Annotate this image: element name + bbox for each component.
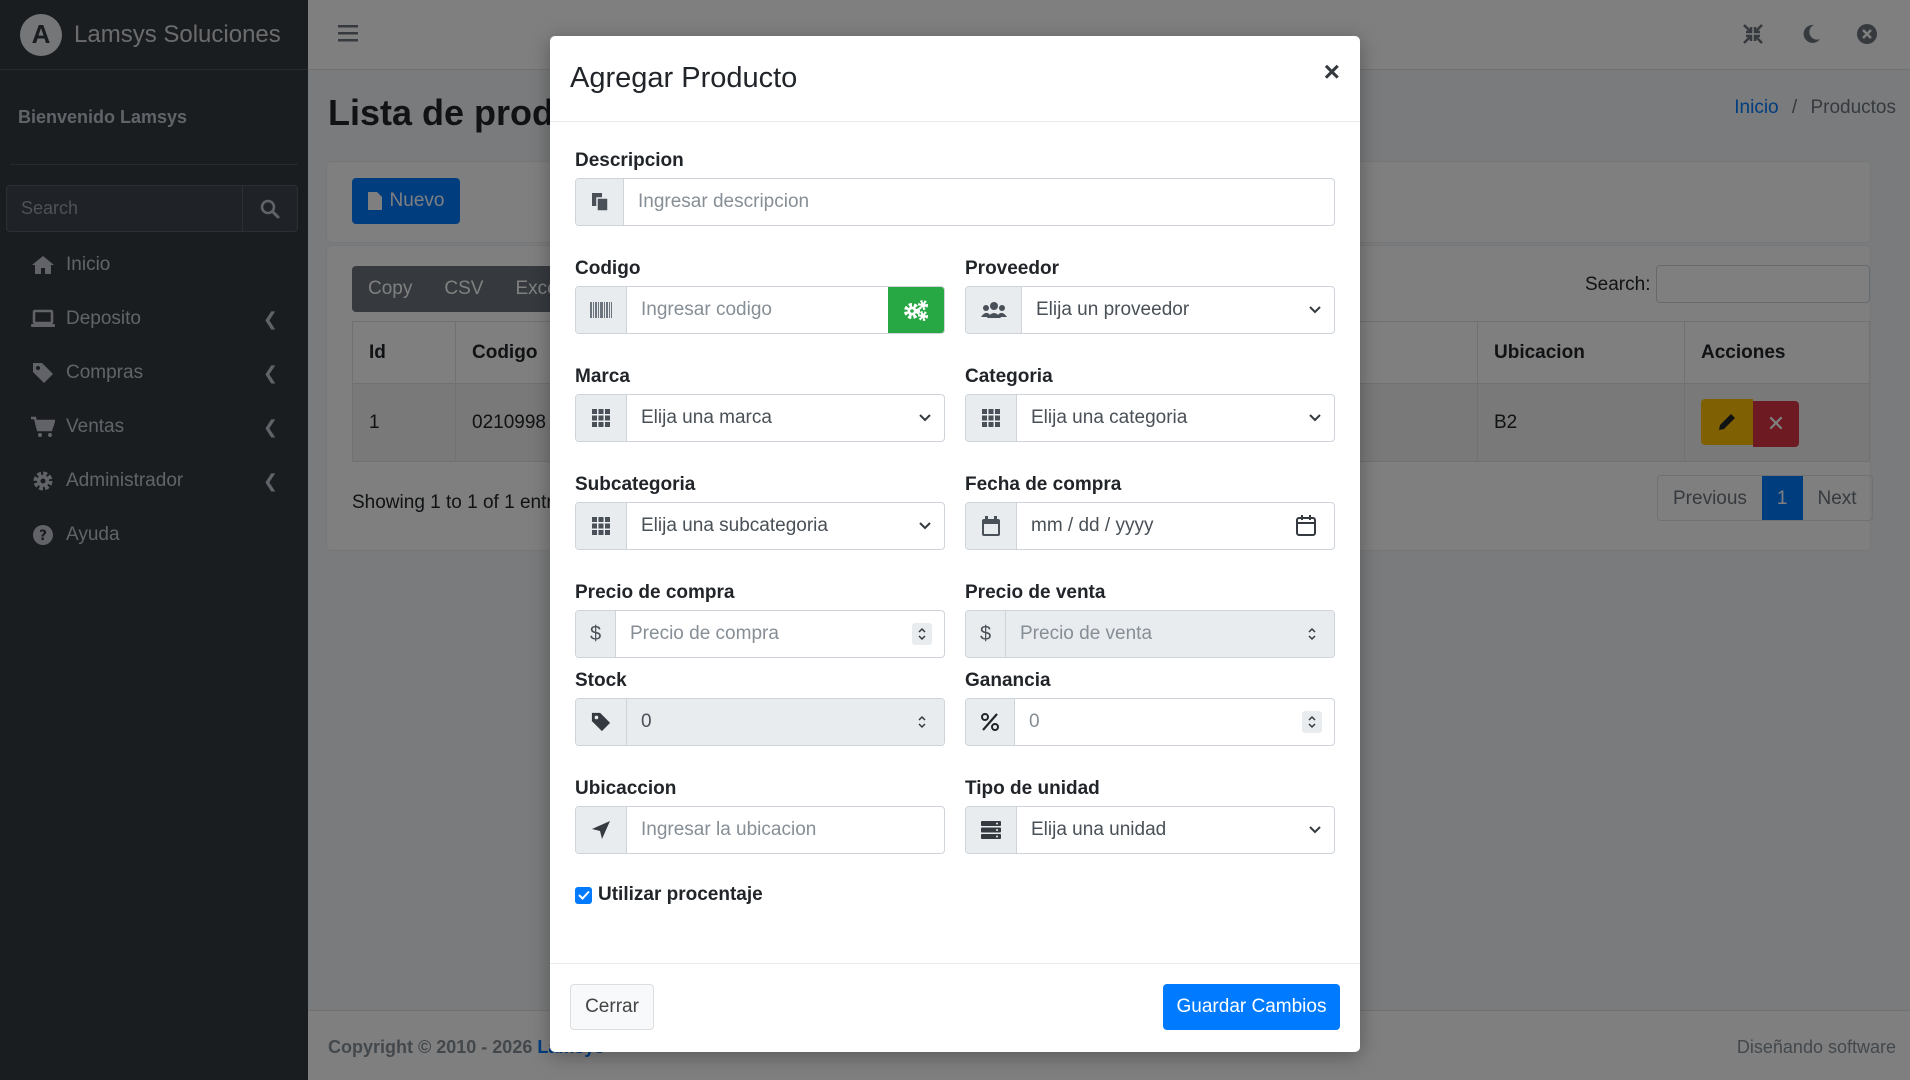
fecha-compra-value: mm / dd / yyyy bbox=[1031, 515, 1154, 536]
spinner-icon bbox=[912, 711, 932, 733]
grid-icon bbox=[576, 503, 627, 549]
ganancia-group: 0 bbox=[965, 698, 1335, 746]
ganancia-value: 0 bbox=[1029, 711, 1040, 732]
field-descripcion: Descripcion Ingresar descripcion bbox=[575, 150, 1335, 226]
field-codigo: Codigo Ingresar codigo bbox=[575, 258, 945, 334]
cerrar-button[interactable]: Cerrar bbox=[570, 984, 654, 1030]
precio-compra-input[interactable]: Precio de compra bbox=[616, 611, 944, 657]
checkbox-checked-icon[interactable] bbox=[575, 886, 592, 904]
descripcion-input[interactable]: Ingresar descripcion bbox=[624, 179, 1334, 225]
label-descripcion: Descripcion bbox=[575, 150, 684, 171]
dollar-addon: $ bbox=[966, 611, 1006, 657]
chevron-down-icon bbox=[1309, 414, 1321, 422]
proveedor-select-value: Elija un proveedor bbox=[1036, 299, 1190, 320]
spinner-icon[interactable] bbox=[912, 623, 932, 645]
tipo-unidad-select-value: Elija una unidad bbox=[1031, 819, 1167, 840]
guardar-cambios-button[interactable]: Guardar Cambios bbox=[1163, 984, 1340, 1030]
tipo-unidad-select[interactable]: Elija una unidad bbox=[1017, 807, 1334, 853]
spinner-icon[interactable] bbox=[1302, 711, 1322, 733]
copy-icon bbox=[576, 179, 624, 225]
precio-compra-placeholder: Precio de compra bbox=[630, 623, 779, 644]
field-marca: Marca Elija una marca bbox=[575, 366, 945, 442]
calendar-icon bbox=[966, 503, 1017, 549]
server-icon bbox=[966, 807, 1017, 853]
codigo-group: Ingresar codigo bbox=[575, 286, 945, 334]
tag-icon bbox=[576, 699, 627, 745]
grid-icon bbox=[966, 395, 1017, 441]
field-precio-venta: Precio de venta $ Precio de venta bbox=[965, 582, 1335, 658]
marca-select-value: Elija una marca bbox=[641, 407, 772, 428]
modal-close-button[interactable]: × bbox=[1324, 56, 1340, 88]
ubicacion-group: Ingresar la ubicacion bbox=[575, 806, 945, 854]
ganancia-input[interactable]: 0 bbox=[1015, 699, 1334, 745]
modal-header: Agregar Producto × bbox=[550, 36, 1360, 122]
precio-compra-group: $ Precio de compra bbox=[575, 610, 945, 658]
field-precio-compra: Precio de compra $ Precio de compra bbox=[575, 582, 945, 658]
field-fecha-compra: Fecha de compra mm / dd / yyyy bbox=[965, 474, 1335, 550]
label-ganancia: Ganancia bbox=[965, 670, 1051, 691]
utilizar-porcentaje-checkbox[interactable]: Utilizar procentaje bbox=[575, 884, 763, 906]
field-tipo-unidad: Tipo de unidad Elija una unidad bbox=[965, 778, 1335, 854]
users-icon bbox=[966, 287, 1022, 333]
add-product-modal: Agregar Producto × Descripcion Ingresar … bbox=[550, 36, 1360, 1052]
generate-code-button[interactable] bbox=[888, 287, 944, 333]
subcategoria-group: Elija una subcategoria bbox=[575, 502, 945, 550]
field-stock: Stock 0 bbox=[575, 670, 945, 746]
precio-venta-input: Precio de venta bbox=[1006, 611, 1334, 657]
label-proveedor: Proveedor bbox=[965, 258, 1059, 279]
barcode-icon bbox=[576, 287, 627, 333]
label-fecha-compra: Fecha de compra bbox=[965, 474, 1122, 495]
proveedor-select[interactable]: Elija un proveedor bbox=[1022, 287, 1334, 333]
subcategoria-select[interactable]: Elija una subcategoria bbox=[627, 503, 944, 549]
chevron-down-icon bbox=[1309, 826, 1321, 834]
label-categoria: Categoria bbox=[965, 366, 1053, 387]
spinner-icon bbox=[1302, 623, 1322, 645]
chevron-down-icon bbox=[1309, 306, 1321, 314]
label-ubicacion: Ubicaccion bbox=[575, 778, 677, 799]
field-proveedor: Proveedor Elija un proveedor bbox=[965, 258, 1335, 334]
label-marca: Marca bbox=[575, 366, 630, 387]
grid-icon bbox=[576, 395, 627, 441]
categoria-group: Elija una categoria bbox=[965, 394, 1335, 442]
marca-group: Elija una marca bbox=[575, 394, 945, 442]
label-tipo-unidad: Tipo de unidad bbox=[965, 778, 1100, 799]
field-categoria: Categoria Elija una categoria bbox=[965, 366, 1335, 442]
checkbox-label: Utilizar procentaje bbox=[598, 884, 763, 905]
label-subcategoria: Subcategoria bbox=[575, 474, 696, 495]
codigo-input[interactable]: Ingresar codigo bbox=[627, 287, 888, 333]
label-precio-compra: Precio de compra bbox=[575, 582, 735, 603]
field-ganancia: Ganancia 0 bbox=[965, 670, 1335, 746]
stock-input: 0 bbox=[627, 699, 944, 745]
proveedor-group: Elija un proveedor bbox=[965, 286, 1335, 334]
chevron-down-icon bbox=[919, 522, 931, 530]
label-precio-venta: Precio de venta bbox=[965, 582, 1106, 603]
modal-footer: Cerrar Guardar Cambios bbox=[550, 963, 1360, 1052]
marca-select[interactable]: Elija una marca bbox=[627, 395, 944, 441]
percent-icon bbox=[966, 699, 1015, 745]
fecha-compra-group: mm / dd / yyyy bbox=[965, 502, 1335, 550]
categoria-select[interactable]: Elija una categoria bbox=[1017, 395, 1334, 441]
dollar-addon: $ bbox=[576, 611, 616, 657]
field-ubicacion: Ubicaccion Ingresar la ubicacion bbox=[575, 778, 945, 854]
categoria-select-value: Elija una categoria bbox=[1031, 407, 1188, 428]
ubicacion-input[interactable]: Ingresar la ubicacion bbox=[627, 807, 944, 853]
label-codigo: Codigo bbox=[575, 258, 641, 279]
tipo-unidad-group: Elija una unidad bbox=[965, 806, 1335, 854]
calendar-picker-icon[interactable] bbox=[1296, 514, 1316, 536]
subcategoria-select-value: Elija una subcategoria bbox=[641, 515, 828, 536]
chevron-down-icon bbox=[919, 414, 931, 422]
modal-title: Agregar Producto bbox=[570, 62, 798, 94]
gears-icon bbox=[904, 300, 928, 321]
stock-value: 0 bbox=[641, 711, 652, 732]
label-stock: Stock bbox=[575, 670, 627, 691]
precio-venta-group: $ Precio de venta bbox=[965, 610, 1335, 658]
precio-venta-placeholder: Precio de venta bbox=[1020, 623, 1153, 644]
descripcion-group: Ingresar descripcion bbox=[575, 178, 1335, 226]
location-arrow-icon bbox=[576, 807, 627, 853]
field-subcategoria: Subcategoria Elija una subcategoria bbox=[575, 474, 945, 550]
stock-group: 0 bbox=[575, 698, 945, 746]
fecha-compra-input[interactable]: mm / dd / yyyy bbox=[1017, 503, 1334, 549]
